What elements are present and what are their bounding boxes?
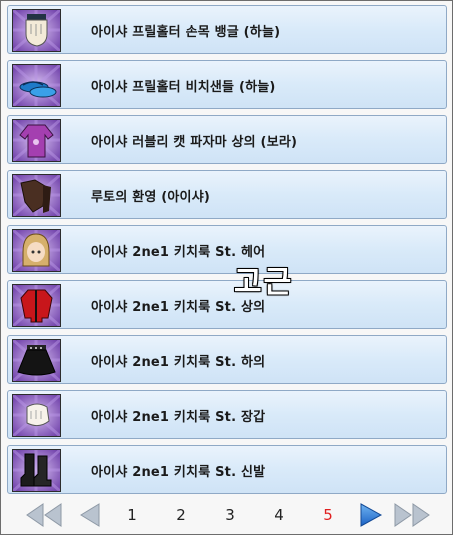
page-4-link[interactable]: 4 — [269, 506, 289, 524]
right-arrow-icon[interactable] — [357, 502, 385, 532]
item-name: 아이샤 러블리 캣 파자마 상의 (보라) — [91, 135, 298, 150]
list-item[interactable]: 아이샤 2ne1 키치룩 St. 하의 — [7, 335, 447, 384]
list-item[interactable]: 아이샤 프릴홀터 비치샌들 (하늘) — [7, 60, 447, 109]
list-item[interactable]: 아이샤 2ne1 키치룩 St. 헤어 — [7, 225, 447, 274]
item-list: 아이샤 프릴홀터 손목 뱅글 (하늘) 아이샤 프릴홀터 비치샌들 (하늘) 아… — [7, 5, 447, 500]
item-name: 아이샤 2ne1 키치룩 St. 장갑 — [91, 410, 266, 425]
page-5-link[interactable]: 5 — [318, 506, 338, 524]
pagination: 1 2 3 4 5 — [1, 496, 452, 534]
ruto-phantom-icon — [12, 174, 61, 217]
beach-sandals-icon — [12, 64, 61, 107]
glove-icon — [12, 394, 61, 437]
boots-icon — [12, 449, 61, 492]
page-2-link[interactable]: 2 — [171, 506, 191, 524]
item-name: 아이샤 프릴홀터 손목 뱅글 (하늘) — [91, 25, 281, 40]
top-icon — [12, 284, 61, 327]
double-right-arrow-icon[interactable] — [391, 502, 435, 532]
list-item[interactable]: 아이샤 2ne1 키치룩 St. 상의 — [7, 280, 447, 329]
skirt-icon — [12, 339, 61, 382]
double-left-arrow-icon[interactable] — [23, 502, 67, 532]
item-name: 아이샤 프릴홀터 비치샌들 (하늘) — [91, 80, 276, 95]
hair-icon — [12, 229, 61, 272]
list-item[interactable]: 아이샤 2ne1 키치룩 St. 장갑 — [7, 390, 447, 439]
list-item[interactable]: 아이샤 프릴홀터 손목 뱅글 (하늘) — [7, 5, 447, 54]
list-item[interactable]: 루토의 환영 (아이샤) — [7, 170, 447, 219]
watermark-text: 고근 — [234, 265, 294, 300]
pajama-top-icon — [12, 119, 61, 162]
item-list-panel: 아이샤 프릴홀터 손목 뱅글 (하늘) 아이샤 프릴홀터 비치샌들 (하늘) 아… — [0, 0, 453, 535]
item-name: 아이샤 2ne1 키치룩 St. 하의 — [91, 355, 266, 370]
page-3-link[interactable]: 3 — [220, 506, 240, 524]
wrist-bangle-icon — [12, 9, 61, 52]
left-arrow-icon[interactable] — [77, 502, 103, 532]
page-1-link[interactable]: 1 — [122, 506, 142, 524]
item-name: 루토의 환영 (아이샤) — [91, 190, 211, 205]
list-item[interactable]: 아이샤 러블리 캣 파자마 상의 (보라) — [7, 115, 447, 164]
item-name: 아이샤 2ne1 키치룩 St. 신발 — [91, 465, 266, 480]
list-item[interactable]: 아이샤 2ne1 키치룩 St. 신발 — [7, 445, 447, 494]
